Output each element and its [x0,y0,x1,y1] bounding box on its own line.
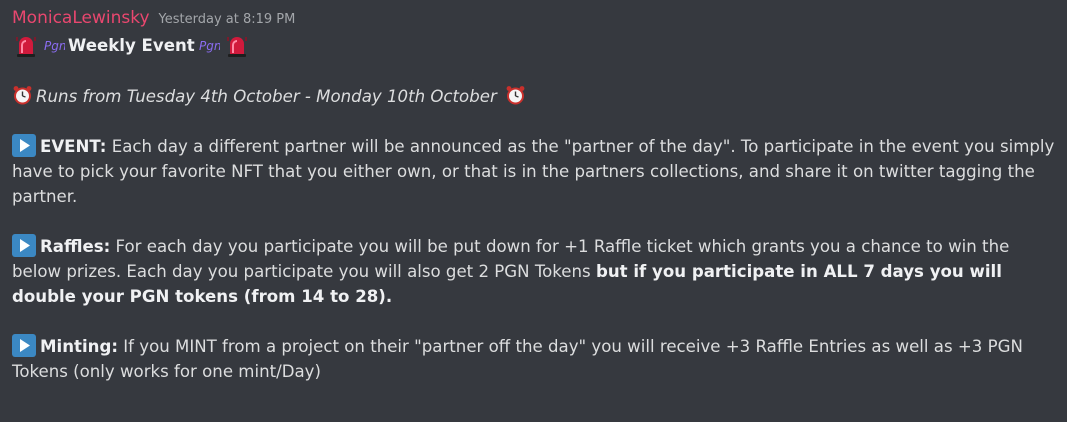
minting-text: If you MINT from a project on their "par… [12,337,1023,381]
event-label: EVENT: [40,137,107,156]
svg-text:Pgn: Pgn [199,39,220,53]
chat-message: MonicaLewinsky Yesterday at 8:19 PM Pgn … [12,6,1062,384]
event-paragraph: EVENT: Each day a different partner will… [12,134,1062,209]
pgn-logo-icon: Pgn [199,39,220,53]
event-text: Each day a different partner will be ann… [12,137,1055,206]
runs-line: Runs from Tuesday 4th October - Monday 1… [12,84,1062,109]
minting-label: Minting: [40,337,118,356]
raffles-label: Raffles: [40,237,111,256]
alarm-clock-icon [13,86,32,105]
siren-icon [16,36,36,57]
raffles-paragraph: Raffles: For each day you participate yo… [12,234,1062,309]
message-timestamp[interactable]: Yesterday at 8:19 PM [159,7,296,32]
siren-icon [226,36,247,57]
play-button-icon [12,334,36,357]
message-header: MonicaLewinsky Yesterday at 8:19 PM [12,6,1062,31]
alarm-clock-icon [506,86,525,105]
play-button-icon [12,134,36,157]
author-name[interactable]: MonicaLewinsky [12,6,150,31]
play-button-icon [12,234,36,257]
svg-text:Pgn: Pgn [44,39,65,53]
event-title-line: Pgn Weekly Event Pgn [12,32,1062,59]
pgn-logo-icon: Pgn [44,39,65,53]
event-title: Weekly Event [68,36,195,55]
runs-text: Runs from Tuesday 4th October - Monday 1… [36,87,497,106]
minting-paragraph: Minting: If you MINT from a project on t… [12,334,1062,384]
